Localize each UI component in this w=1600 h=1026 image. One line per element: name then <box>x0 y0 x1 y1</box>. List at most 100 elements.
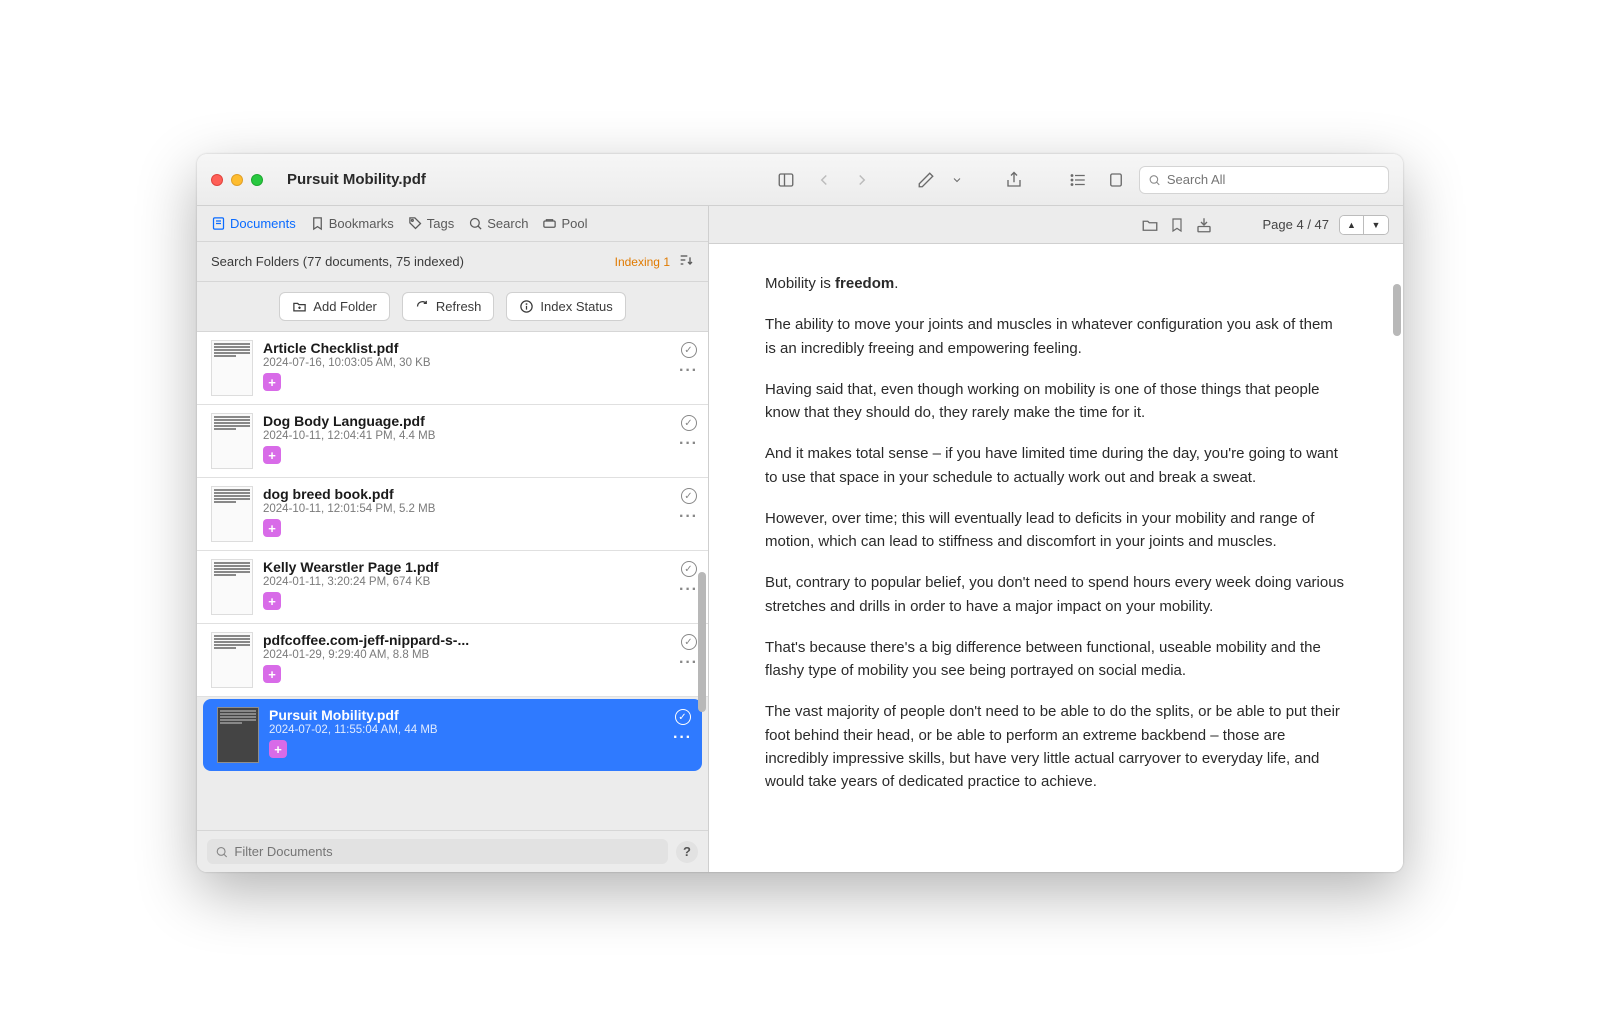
document-more-icon[interactable]: ··· <box>679 508 698 526</box>
refresh-icon <box>415 299 430 314</box>
tab-bookmarks[interactable]: Bookmarks <box>310 216 394 231</box>
document-item[interactable]: dog breed book.pdf 2024-10-11, 12:01:54 … <box>197 478 708 551</box>
page-content: Mobility is freedom. The ability to move… <box>709 244 1403 872</box>
pool-icon <box>542 216 557 231</box>
document-thumbnail <box>211 559 253 615</box>
filter-field[interactable] <box>207 839 668 864</box>
share-icon[interactable] <box>999 166 1029 194</box>
tab-documents-label: Documents <box>230 216 296 231</box>
tab-search-label: Search <box>487 216 528 231</box>
sidebar: Documents Bookmarks Tags Search Pool <box>197 206 709 872</box>
sort-icon[interactable] <box>678 252 694 271</box>
help-button[interactable]: ? <box>676 841 698 863</box>
page-stepper: ▲ ▼ <box>1339 215 1389 235</box>
info-icon <box>519 299 534 314</box>
document-meta: 2024-10-11, 12:01:54 PM, 5.2 MB <box>263 503 669 515</box>
paragraph: However, over time; this will eventually… <box>765 507 1347 554</box>
search-input[interactable] <box>1167 172 1380 187</box>
page-indicator: Page 4 / 47 <box>1263 217 1330 232</box>
sidebar-scrollbar[interactable] <box>698 572 706 712</box>
add-tag-button[interactable]: + <box>263 665 281 683</box>
refresh-button[interactable]: Refresh <box>402 292 495 321</box>
add-tag-button[interactable]: + <box>263 592 281 610</box>
tab-pool[interactable]: Pool <box>542 216 587 231</box>
search-icon <box>1148 173 1161 187</box>
folder-icon[interactable] <box>1141 216 1159 234</box>
document-icon <box>211 216 226 231</box>
search-field[interactable] <box>1139 166 1389 194</box>
document-name: dog breed book.pdf <box>263 486 669 502</box>
document-item[interactable]: Pursuit Mobility.pdf 2024-07-02, 11:55:0… <box>203 699 702 771</box>
page-up-button[interactable]: ▲ <box>1340 216 1364 234</box>
nav-forward-icon[interactable] <box>847 166 877 194</box>
paragraph: That's because there's a big difference … <box>765 636 1347 683</box>
add-folder-label: Add Folder <box>313 299 377 314</box>
document-item[interactable]: Article Checklist.pdf 2024-07-16, 10:03:… <box>197 332 708 405</box>
tab-pool-label: Pool <box>561 216 587 231</box>
edit-menu-chevron-icon[interactable] <box>949 166 965 194</box>
zoom-button[interactable] <box>251 174 263 186</box>
indexed-check-icon <box>681 634 697 650</box>
content-scrollbar[interactable] <box>1393 284 1401 336</box>
document-name: Dog Body Language.pdf <box>263 413 669 429</box>
edit-icon[interactable] <box>911 166 941 194</box>
document-meta: 2024-10-11, 12:04:41 PM, 4.4 MB <box>263 430 669 442</box>
tab-search[interactable]: Search <box>468 216 528 231</box>
document-item[interactable]: pdfcoffee.com-jeff-nippard-s-... 2024-01… <box>197 624 708 697</box>
download-icon[interactable] <box>1195 216 1213 234</box>
document-thumbnail <box>211 340 253 396</box>
tab-documents[interactable]: Documents <box>211 216 296 231</box>
tab-tags[interactable]: Tags <box>408 216 454 231</box>
document-meta: 2024-07-02, 11:55:04 AM, 44 MB <box>269 724 663 736</box>
index-status-label: Index Status <box>540 299 612 314</box>
viewer-toolbar: Page 4 / 47 ▲ ▼ <box>709 206 1403 244</box>
paragraph: Having said that, even though working on… <box>765 378 1347 425</box>
close-button[interactable] <box>211 174 223 186</box>
add-tag-button[interactable]: + <box>263 373 281 391</box>
bookmark-toolbar-icon[interactable] <box>1169 217 1185 233</box>
indexed-check-icon <box>675 709 691 725</box>
document-item[interactable]: Kelly Wearstler Page 1.pdf 2024-01-11, 3… <box>197 551 708 624</box>
add-tag-button[interactable]: + <box>269 740 287 758</box>
folder-plus-icon <box>292 299 307 314</box>
paragraph: But, contrary to popular belief, you don… <box>765 571 1347 618</box>
add-folder-button[interactable]: Add Folder <box>279 292 390 321</box>
index-status-button[interactable]: Index Status <box>506 292 625 321</box>
document-thumbnail <box>211 486 253 542</box>
document-more-icon[interactable]: ··· <box>679 362 698 380</box>
document-more-icon[interactable]: ··· <box>679 581 698 599</box>
document-meta: 2024-01-11, 3:20:24 PM, 674 KB <box>263 576 669 588</box>
add-tag-button[interactable]: + <box>263 519 281 537</box>
paragraph: And it makes total sense – if you have l… <box>765 442 1347 489</box>
minimize-button[interactable] <box>231 174 243 186</box>
document-meta: 2024-07-16, 10:03:05 AM, 30 KB <box>263 357 669 369</box>
nav-back-icon[interactable] <box>809 166 839 194</box>
document-item[interactable]: Dog Body Language.pdf 2024-10-11, 12:04:… <box>197 405 708 478</box>
document-more-icon[interactable]: ··· <box>679 435 698 453</box>
document-name: Pursuit Mobility.pdf <box>269 707 663 723</box>
paragraph: Mobility is freedom. <box>765 272 1347 295</box>
refresh-label: Refresh <box>436 299 482 314</box>
sidebar-toggle-icon[interactable] <box>771 166 801 194</box>
document-more-icon[interactable]: ··· <box>673 729 692 747</box>
indexed-check-icon <box>681 415 697 431</box>
folder-summary-row: Search Folders (77 documents, 75 indexed… <box>197 242 708 282</box>
document-more-icon[interactable]: ··· <box>679 654 698 672</box>
document-thumbnail <box>211 413 253 469</box>
tag-icon <box>408 216 423 231</box>
sidebar-actions: Add Folder Refresh Index Status <box>197 282 708 332</box>
bookmark-icon <box>310 216 325 231</box>
list-icon[interactable] <box>1063 166 1093 194</box>
document-name: pdfcoffee.com-jeff-nippard-s-... <box>263 632 669 648</box>
tab-bookmarks-label: Bookmarks <box>329 216 394 231</box>
paragraph: The ability to move your joints and musc… <box>765 313 1347 360</box>
document-thumbnail <box>217 707 259 763</box>
page-down-button[interactable]: ▼ <box>1364 216 1388 234</box>
indexing-status: Indexing 1 <box>615 255 670 269</box>
add-tag-button[interactable]: + <box>263 446 281 464</box>
filter-input[interactable] <box>234 844 660 859</box>
page-icon[interactable] <box>1101 166 1131 194</box>
search-tab-icon <box>468 216 483 231</box>
indexed-check-icon <box>681 561 697 577</box>
window-title: Pursuit Mobility.pdf <box>283 171 426 188</box>
